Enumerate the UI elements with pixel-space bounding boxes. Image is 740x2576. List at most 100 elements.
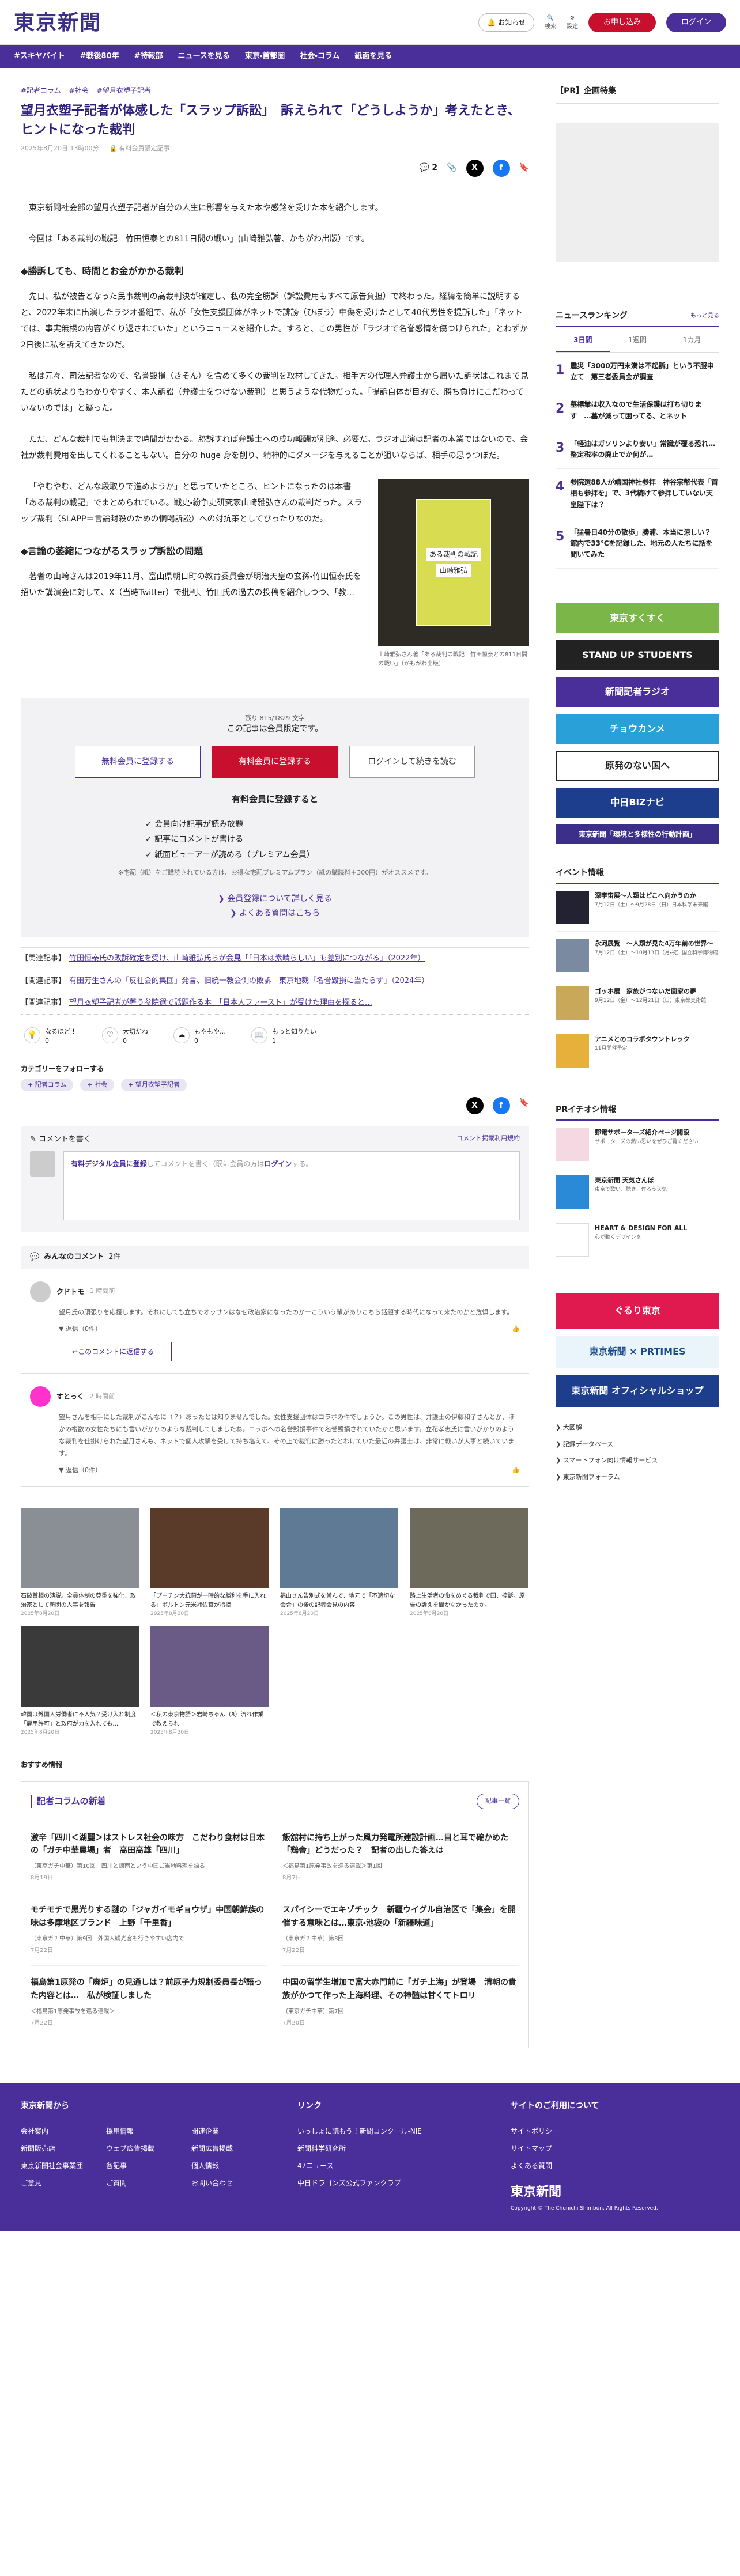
comment-policy-link[interactable]: コメント掲載利用規約: [456, 1134, 520, 1145]
event-item[interactable]: ゴッホ展 家族がつないだ画家の夢 9月12日（金）～12月21日（日）東京都美術館: [556, 979, 719, 1028]
facebook-share-icon[interactable]: f: [492, 1097, 510, 1115]
login-continue-button[interactable]: ログインして続きを読む: [349, 746, 475, 778]
comment-count[interactable]: 💬 2: [419, 162, 437, 174]
reply-count[interactable]: ▼ 返信（0件）: [59, 1466, 101, 1476]
ranking-tab[interactable]: 3日間: [556, 329, 610, 352]
footer-link[interactable]: サイトマップ: [511, 2143, 684, 2154]
footer-link[interactable]: サイトポリシー: [511, 2126, 684, 2136]
footer-link[interactable]: 個人情報: [191, 2161, 272, 2171]
banner-genpatsu[interactable]: 原発のない国へ: [556, 751, 719, 781]
footer-link[interactable]: 中日ドラゴンズ公式ファンクラブ: [297, 2178, 488, 2188]
login-button[interactable]: ログイン: [666, 12, 726, 32]
footer-link[interactable]: 新聞科学研究所: [297, 2143, 488, 2154]
settings-button[interactable]: ⚙ 設定: [567, 14, 578, 31]
column-item[interactable]: 中国の留学生増加で富大赤門前に「ガチ上海」が登場 清朝の貴族がかつて作った上海料…: [282, 1966, 519, 2038]
bookmark-icon[interactable]: 🔖: [519, 162, 529, 174]
book-photo[interactable]: ある裁判の戦記 山崎雅弘: [378, 478, 529, 646]
news-card[interactable]: ＜私の東京物語＞岩崎ちゃん（8）流れ作業で教えられ 2025年8月20日: [150, 1626, 269, 1737]
banner-shop[interactable]: 東京新聞 オフィシャルショップ: [556, 1375, 719, 1408]
reaction-button[interactable]: ♡ 大切だね 0: [102, 1027, 148, 1046]
ranking-item[interactable]: 3 「軽油はガソリンより安い」常識が覆る恐れ…整定税率の廃止でか何が…: [556, 430, 719, 470]
x-share-icon[interactable]: X: [466, 159, 484, 177]
paid-register-button[interactable]: 有料会員に登録する: [212, 746, 338, 778]
banner-env[interactable]: 東京新聞「環境と多様性の行動計画」: [556, 824, 719, 845]
site-logo[interactable]: 東京新聞: [14, 7, 101, 38]
side-link[interactable]: ❯ 大図解: [556, 1420, 719, 1436]
ranking-more-link[interactable]: もっと見る: [690, 312, 719, 320]
footer-link[interactable]: お問い合わせ: [191, 2178, 272, 2188]
nav-item[interactable]: 紙面を見る: [354, 51, 392, 62]
related-item[interactable]: 【関連記事】 有田芳生さんの「反社会的集団」発言、旧統一教会側の敗訴 東京地裁「名…: [21, 970, 529, 993]
column-item[interactable]: モチモチで黒光りする謎の「ジャガイモギョウザ」中国朝鮮族の味は多摩地区ブランド …: [31, 1893, 267, 1966]
event-item[interactable]: 深宇宙展～人類はどこへ向かうのか 7月12日（土）～9月28日（日）日本科学未来館: [556, 884, 719, 932]
x-share-icon[interactable]: X: [466, 1097, 484, 1115]
side-link[interactable]: ❯ 記録データベース: [556, 1436, 719, 1453]
reaction-button[interactable]: 📖 もっと知りたい 1: [251, 1027, 316, 1046]
register-button[interactable]: お申し込み: [588, 12, 656, 32]
footer-link[interactable]: 新聞販売店: [21, 2143, 101, 2154]
follow-tag[interactable]: + 記者コラム: [21, 1078, 74, 1092]
column-item[interactable]: 福島第1原発の「廃炉」の見通しは？前原子力規制委員長が語った内容とは… 私が検証…: [31, 1966, 267, 2038]
ranking-item[interactable]: 2 墓標業は収入なので生活保護は打ち切ります …墓が減って困ってる、とネット: [556, 391, 719, 430]
ranking-item[interactable]: 1 震災「3000万円末満は不起訴」という不服申立て 第三者委員会が調査: [556, 353, 719, 392]
reaction-button[interactable]: 💡 なるほど！ 0: [24, 1027, 77, 1046]
footer-link[interactable]: 47ニュース: [297, 2161, 488, 2171]
nav-item[interactable]: #スキヤバイト: [14, 51, 65, 62]
reaction-button[interactable]: ☁ もやもや… 0: [173, 1027, 226, 1046]
footer-link[interactable]: いっしょに読もう！新聞コンクール・NIE: [297, 2126, 488, 2136]
follow-tag[interactable]: + 社会: [80, 1078, 115, 1092]
ranking-item[interactable]: 4 参院選88人が靖国神社参拝 神谷宗幣代表「首相も参拝を」で、3代続けて参拝して…: [556, 469, 719, 519]
reply-count[interactable]: ▼ 返信（0件）: [59, 1325, 101, 1334]
column-item[interactable]: 飯舘村に持ち上がった風力発電所建設計画…目と耳で確かめた「鶏舎」どうだった？ 記…: [282, 1821, 519, 1894]
footer-link[interactable]: 東京新聞社会事業団: [21, 2161, 101, 2171]
pr-item[interactable]: 東京新聞 天気さんぽ 東京で歌い、聴き、作ろう天気: [556, 1168, 719, 1217]
like-icon[interactable]: 👍: [512, 1325, 520, 1334]
pr-item[interactable]: HEART & DESIGN FOR ALL 心が動くデザインを: [556, 1216, 719, 1265]
reply-button[interactable]: ↩ このコメントに返信する: [65, 1342, 172, 1362]
related-item[interactable]: 【関連記事】 望月衣塑子記者が著う参院選で話題作る本 「日本人ファースト」が受けた…: [21, 992, 529, 1015]
news-card[interactable]: 石破首相の演説。全員体制の尊重を強化、政治家として新閣の人事を報告 2025年8月…: [21, 1508, 139, 1618]
news-card[interactable]: 「プーチン大統領が一時的な勝利を手に入れる」ボルトン元米補佐官が指摘 2025年8…: [150, 1508, 269, 1618]
free-register-button[interactable]: 無料会員に登録する: [75, 746, 201, 778]
event-item[interactable]: 永河展覧 〜人類が見た4万年前の世界〜 7月12日（土）～10月13日（月・祝）国…: [556, 932, 719, 980]
tag-link[interactable]: #記者コラム: [21, 85, 61, 96]
pr-item[interactable]: 郵電サポーターズ紹介ページ開設 サポーターズの熱い思いをぜひご覧ください: [556, 1121, 719, 1169]
banner-chokan[interactable]: チョウカンメ: [556, 714, 719, 744]
notice-button[interactable]: 🔔 お知らせ: [478, 13, 534, 32]
banner-bizn[interactable]: 中日BiZナビ: [556, 788, 719, 818]
ad-slot[interactable]: [556, 123, 719, 262]
footer-link[interactable]: 採用情報: [106, 2126, 187, 2136]
nav-item[interactable]: #戦後80年: [80, 51, 119, 62]
ranking-tab[interactable]: 1カ月: [665, 329, 719, 352]
banner-prtimes[interactable]: 東京新聞 × PRTIMES: [556, 1336, 719, 1368]
faq-link[interactable]: ❯ よくある質問はこちら: [44, 906, 506, 921]
search-button[interactable]: 🔍 検索: [545, 14, 556, 31]
news-card[interactable]: 路上生活者の命をめぐる裁判で国、控訴。原告の訴えを聞かなかったのか。 2025年8…: [410, 1508, 528, 1618]
related-item[interactable]: 【関連記事】 竹田恒泰氏の敗訴確定を受け、山崎雅弘氏らが会見「「日本は素晴らしい」…: [21, 948, 529, 970]
nav-item[interactable]: #特報部: [134, 51, 163, 62]
event-item[interactable]: アニメとのコラボタウントレック 11月開催予定: [556, 1027, 719, 1076]
tag-link[interactable]: #社会: [69, 85, 89, 96]
column-more-button[interactable]: 記事一覧: [477, 1794, 519, 1809]
ranking-tab[interactable]: 1週間: [610, 329, 665, 352]
bookmark-icon[interactable]: 🔖: [519, 1097, 529, 1114]
side-link[interactable]: ❯ 東京新聞フォーラム: [556, 1469, 719, 1486]
like-icon[interactable]: 👍: [512, 1466, 520, 1476]
footer-link[interactable]: 新聞広告掲載: [191, 2143, 272, 2154]
footer-link[interactable]: ご意見: [21, 2178, 101, 2188]
footer-link[interactable]: 問連企業: [191, 2126, 272, 2136]
footer-link[interactable]: よくある質問: [511, 2161, 684, 2171]
footer-link[interactable]: 各記事: [106, 2161, 187, 2171]
news-card[interactable]: 韓国は外国人労働者に不人気？受け入れ制度「雇用許可」と政府が力を入れても… 202…: [21, 1626, 139, 1737]
comment-input[interactable]: 有料デジタル会員に登録してコメントを書く（既に会員の方はログインする。: [63, 1151, 520, 1220]
nav-item[interactable]: ニュースを見る: [178, 51, 230, 62]
side-link[interactable]: ❯ スマートフォン向け情報サービス: [556, 1452, 719, 1469]
column-item[interactable]: スパイシーでエキゾチック 新疆ウイグル自治区で「集会」を開催する意味とは…東京・…: [282, 1893, 519, 1966]
footer-link[interactable]: ご質問: [106, 2178, 187, 2188]
tag-link[interactable]: #望月衣塑子記者: [97, 85, 151, 96]
clip-icon[interactable]: 📎: [447, 162, 456, 174]
nav-item[interactable]: 社会・コラム: [300, 51, 339, 62]
footer-link[interactable]: ウェブ広告掲載: [106, 2143, 187, 2154]
banner-radio[interactable]: 新聞記者ラジオ: [556, 677, 719, 708]
nav-item[interactable]: 東京・首都圏: [245, 51, 285, 62]
